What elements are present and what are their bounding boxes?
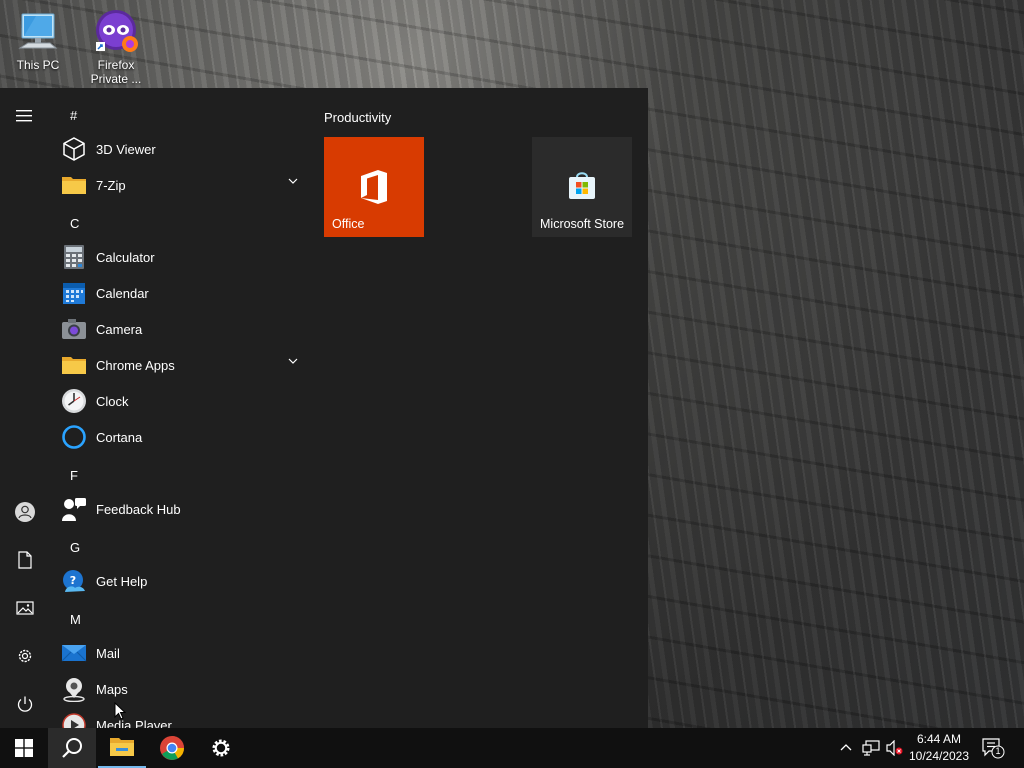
show-hidden-icons-chevron-icon[interactable] [840,742,852,752]
app-mail[interactable]: Mail [60,635,310,671]
app-maps[interactable]: Maps [60,671,310,707]
volume-muted-icon[interactable] [886,740,904,756]
taskbar-clock[interactable]: 6:44 AM 10/24/2023 [908,731,970,765]
app-label: Clock [96,393,129,409]
app-7-zip[interactable]: 7-Zip [60,167,310,203]
section-header-c[interactable]: C [70,216,79,231]
windows-logo-icon [15,739,33,757]
app-calendar[interactable]: Calendar [60,275,310,311]
notification-count-badge: 1 [995,746,1001,756]
hamburger-icon [16,110,32,122]
app-label: Feedback Hub [96,501,181,517]
app-label: 7-Zip [96,177,126,193]
chevron-down-icon[interactable] [288,177,298,185]
feedback-hub-icon [60,495,88,523]
app-feedback-hub[interactable]: Feedback Hub [60,491,310,527]
section-header-m[interactable]: M [70,612,81,627]
section-header-hash[interactable]: # [70,108,77,123]
app-list: # 3D Viewer 7-Zip C Calculator Calendar … [50,88,312,728]
app-label: Get Help [96,573,148,589]
documents-button[interactable] [0,536,50,584]
settings-taskbar-button[interactable] [197,728,245,768]
store-bag-icon [569,172,595,199]
documents-icon [18,551,32,569]
chrome-button[interactable] [148,728,196,768]
settings-button[interactable] [0,632,50,680]
taskbar: 6:44 AM 10/24/2023 1 [0,728,1024,768]
start-rail [0,88,50,728]
section-header-g[interactable]: G [70,540,80,555]
clock-date: 10/24/2023 [908,749,970,763]
tile-microsoft-store[interactable]: Microsoft Store [532,137,632,237]
app-calculator[interactable]: Calculator [60,239,310,275]
pictures-icon [16,601,34,615]
maps-icon [60,675,88,703]
gear-icon [212,739,230,757]
tile-group-title[interactable]: Productivity [324,110,391,125]
get-help-icon: ? [60,567,88,595]
folder-icon [60,351,88,379]
start-button[interactable] [0,728,48,768]
expand-menu-button[interactable] [0,92,50,140]
app-get-help[interactable]: ? Get Help [60,563,310,599]
clock-time: 6:44 AM [916,732,962,746]
pictures-button[interactable] [0,584,50,632]
tile-label: Office [332,217,365,231]
mail-icon [60,639,88,667]
user-account-button[interactable] [0,488,50,536]
computer-icon [14,8,62,56]
app-cortana[interactable]: Cortana [60,419,310,455]
desktop-icon-label: This PC [16,58,60,72]
mouse-cursor-icon [114,702,126,720]
action-center-button[interactable]: 1 [980,736,1006,760]
search-button[interactable] [48,728,96,768]
folder-icon [60,171,88,199]
user-icon [15,502,35,522]
app-3d-viewer[interactable]: 3D Viewer [60,131,310,167]
firefox-private-icon [92,8,140,56]
app-label: 3D Viewer [96,141,156,157]
desktop-icon-this-pc[interactable]: This PC [0,6,76,72]
office-icon [361,170,387,204]
tile-label: Microsoft Store [540,217,625,231]
cortana-icon [60,423,88,451]
file-explorer-icon [110,738,134,756]
app-label: Media Player [96,717,172,729]
section-header-f[interactable]: F [70,468,78,483]
desktop-icon-label: Firefox Private ... [90,58,142,86]
network-icon[interactable] [862,740,880,756]
cube-icon [60,135,88,163]
notification-icon [982,738,1005,759]
app-label: Camera [96,321,143,337]
power-icon [17,696,33,712]
app-camera[interactable]: Camera [60,311,310,347]
settings-icon [18,649,32,663]
power-button[interactable] [0,680,50,728]
app-label: Chrome Apps [96,357,175,373]
app-label: Calculator [96,249,155,265]
media-player-icon [60,711,88,728]
calculator-icon [60,243,88,271]
app-label: Cortana [96,429,143,445]
app-label: Mail [96,645,120,661]
app-label: Calendar [96,285,149,301]
clock-icon [60,387,88,415]
file-explorer-button[interactable] [98,728,146,768]
app-label: Maps [96,681,128,697]
svg-text:?: ? [70,574,76,587]
desktop-icon-firefox-private[interactable]: Firefox Private ... [78,6,154,86]
chevron-down-icon[interactable] [288,357,298,365]
start-menu: # 3D Viewer 7-Zip C Calculator Calendar … [0,88,648,728]
tile-office[interactable]: Office [324,137,424,237]
search-icon [62,738,82,758]
camera-icon [60,315,88,343]
calendar-icon [60,279,88,307]
app-media-player[interactable]: Media Player [60,707,310,728]
app-clock[interactable]: Clock [60,383,310,419]
app-chrome-apps[interactable]: Chrome Apps [60,347,310,383]
chrome-icon [160,736,184,760]
